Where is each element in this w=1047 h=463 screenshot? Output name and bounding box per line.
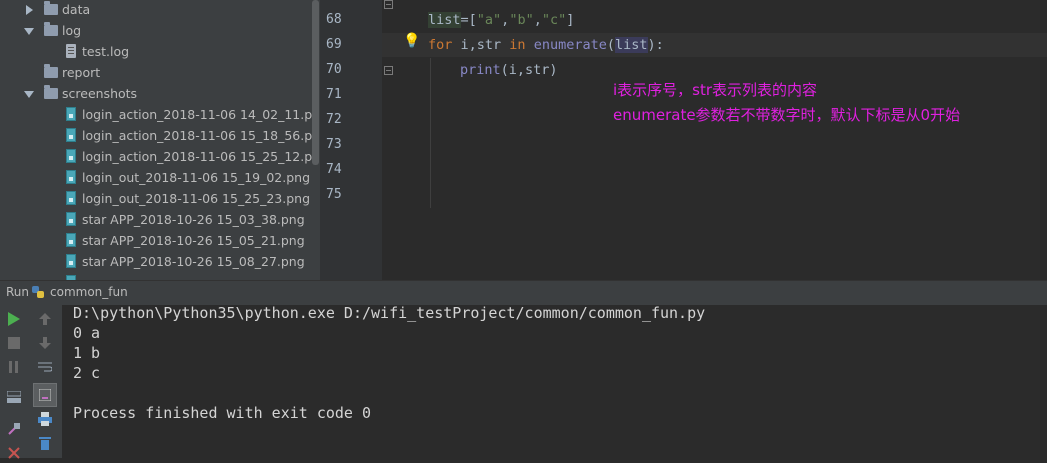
tree-item-label: data xyxy=(62,2,91,17)
line-number: 71 xyxy=(326,87,342,102)
tree-item-test-log[interactable]: test.log xyxy=(0,42,310,63)
indent-guide xyxy=(430,58,431,208)
trash-icon[interactable] xyxy=(35,433,55,453)
chevron-right-icon[interactable] xyxy=(26,5,33,15)
tree-item-label: star APP_2018-10-26 15_05_21.png xyxy=(82,233,305,248)
pause-icon[interactable] xyxy=(4,357,24,377)
fold-marker-icon[interactable] xyxy=(384,66,393,75)
run-icon[interactable] xyxy=(4,309,24,329)
tree-item-log[interactable]: log xyxy=(0,21,310,42)
down-arrow-icon[interactable] xyxy=(35,333,55,353)
png-file-icon xyxy=(66,191,76,205)
chevron-down-icon[interactable] xyxy=(24,28,34,35)
annotation-text: enumerate参数若不带数字时，默认下标是从0开始 xyxy=(613,106,961,124)
tree-item-label: login_action_2018-11-06 15_25_12.png xyxy=(82,149,320,164)
tree-item-label: login_out_2018-11-06 15_25_23.png xyxy=(82,191,311,206)
folder-icon xyxy=(44,22,58,36)
tree-item-label: login_action_2018-11-06 14_02_11.png xyxy=(82,107,320,122)
tree-item-label: test.log xyxy=(82,44,130,59)
tree-item-label: star APP_2018-10-26 15_03_38.png xyxy=(82,212,305,227)
fold-marker-icon[interactable] xyxy=(384,0,393,9)
line-number: 74 xyxy=(326,162,342,177)
tree-item-data[interactable]: data xyxy=(0,0,310,21)
png-file-icon xyxy=(66,128,76,142)
scroll-to-end-icon[interactable] xyxy=(33,383,57,407)
code-line-70: print(i,str) xyxy=(460,62,558,78)
folder-icon xyxy=(44,64,58,78)
png-file-icon xyxy=(66,254,76,268)
run-toolbar-right xyxy=(28,305,63,458)
print-icon[interactable] xyxy=(35,409,55,429)
tree-item-partial[interactable] xyxy=(0,273,310,280)
annotation-text: i表示序号，str表示列表的内容 xyxy=(613,81,818,99)
run-tool-header xyxy=(0,280,1047,307)
console-output[interactable] xyxy=(62,305,1047,458)
tree-item-png[interactable]: login_action_2018-11-06 15_18_56.png xyxy=(0,126,320,147)
tree-item-png[interactable]: login_out_2018-11-06 15_25_23.png xyxy=(0,189,310,210)
lightbulb-icon[interactable]: 💡 xyxy=(403,33,420,49)
png-file-icon xyxy=(66,149,76,163)
run-toolbar-left xyxy=(0,305,28,459)
tree-item-png[interactable]: star APP_2018-10-26 15_05_21.png xyxy=(0,231,310,252)
line-number: 68 xyxy=(326,12,342,27)
console-line: D:\python\Python35\python.exe D:/wifi_te… xyxy=(73,304,706,322)
tree-item-screenshots[interactable]: screenshots xyxy=(0,84,310,105)
tree-item-report[interactable]: report xyxy=(0,63,310,84)
line-number: 70 xyxy=(326,62,342,77)
code-line-68: list=["a","b","c"] xyxy=(428,12,575,28)
console-line: 2 c xyxy=(73,364,101,382)
console-line: 1 b xyxy=(73,344,101,362)
png-file-icon xyxy=(66,107,76,121)
tree-item-png[interactable]: star APP_2018-10-26 15_08_27.png xyxy=(0,252,310,273)
console-line: 0 a xyxy=(73,324,101,342)
close-icon[interactable] xyxy=(4,443,24,463)
tree-item-label: login_action_2018-11-06 15_18_56.png xyxy=(82,128,320,143)
project-tree: data log test.log report screenshots log… xyxy=(0,0,320,280)
chevron-down-icon[interactable] xyxy=(24,91,34,98)
layout-icon[interactable] xyxy=(4,387,24,407)
line-number: 69 xyxy=(326,37,342,52)
tree-item-png[interactable]: login_out_2018-11-06 15_19_02.png xyxy=(0,168,310,189)
tree-item-png[interactable]: login_action_2018-11-06 14_02_11.png xyxy=(0,105,320,126)
stop-icon[interactable] xyxy=(4,333,24,353)
line-number: 75 xyxy=(326,187,342,202)
code-line-69: for i,str in enumerate(list): xyxy=(428,37,664,53)
png-file-icon xyxy=(66,233,76,247)
python-icon xyxy=(32,286,44,298)
tree-item-label: star APP_2018-10-26 15_08_27.png xyxy=(82,254,305,269)
png-file-icon xyxy=(66,212,76,226)
console-line: Process finished with exit code 0 xyxy=(73,404,372,422)
log-file-icon xyxy=(66,44,76,58)
pin-icon[interactable] xyxy=(4,419,24,439)
folder-icon xyxy=(44,1,58,15)
tree-item-label: login_out_2018-11-06 15_19_02.png xyxy=(82,170,311,185)
tree-item-label: report xyxy=(62,65,101,80)
wrap-icon[interactable] xyxy=(35,357,55,377)
tree-item-label: screenshots xyxy=(62,86,138,101)
tree-item-label: log xyxy=(62,23,82,38)
tree-item-png[interactable]: star APP_2018-10-26 15_03_38.png xyxy=(0,210,310,231)
folder-icon xyxy=(44,85,58,99)
tree-item-png[interactable]: login_action_2018-11-06 15_25_12.png xyxy=(0,147,320,168)
up-arrow-icon[interactable] xyxy=(35,309,55,329)
line-number: 72 xyxy=(326,112,342,127)
run-config-tab[interactable]: common_fun xyxy=(50,285,128,299)
tree-scrollbar[interactable] xyxy=(312,0,319,165)
line-number: 73 xyxy=(326,137,342,152)
run-tool-label[interactable]: Run xyxy=(6,285,29,299)
png-file-icon xyxy=(66,170,76,184)
